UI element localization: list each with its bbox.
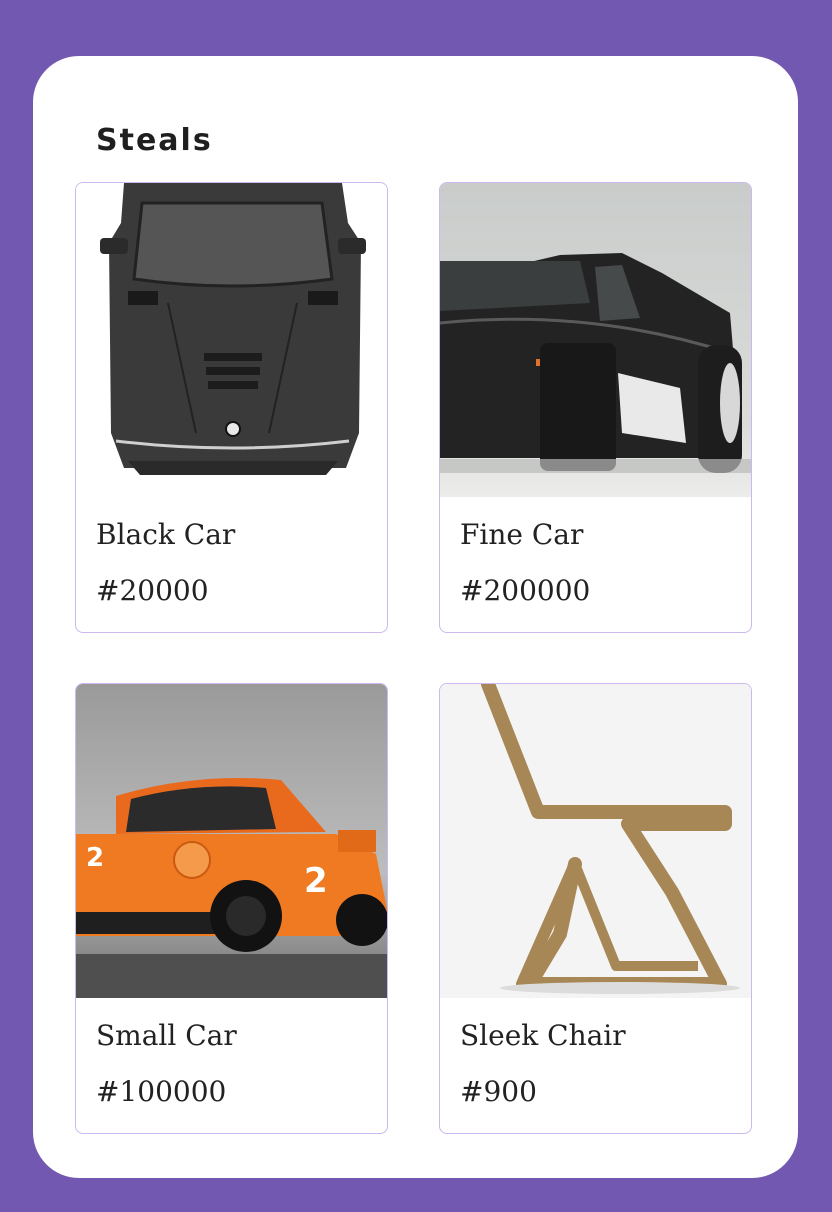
product-name: Small Car xyxy=(96,1019,237,1052)
product-name: Black Car xyxy=(96,518,236,551)
svg-text:2: 2 xyxy=(304,861,328,901)
product-price: #900 xyxy=(460,1075,537,1108)
svg-text:2: 2 xyxy=(86,843,104,873)
page-title: Steals xyxy=(96,123,213,158)
product-name: Sleek Chair xyxy=(460,1019,626,1052)
sleek-chair-image xyxy=(440,684,751,998)
product-price: #200000 xyxy=(460,574,591,607)
product-card-sleek-chair[interactable]: Sleek Chair #900 xyxy=(439,683,752,1134)
product-name: Fine Car xyxy=(460,518,584,551)
product-price: #20000 xyxy=(96,574,209,607)
product-card-fine-car[interactable]: Fine Car #200000 xyxy=(439,182,752,633)
product-card-small-car[interactable]: 2 2 Small Car #100000 xyxy=(75,683,388,1134)
small-car-image: 2 2 xyxy=(76,684,387,998)
fine-car-image xyxy=(440,183,751,497)
black-car-image xyxy=(76,183,387,497)
product-price: #100000 xyxy=(96,1075,227,1108)
product-card-black-car[interactable]: Black Car #20000 xyxy=(75,182,388,633)
